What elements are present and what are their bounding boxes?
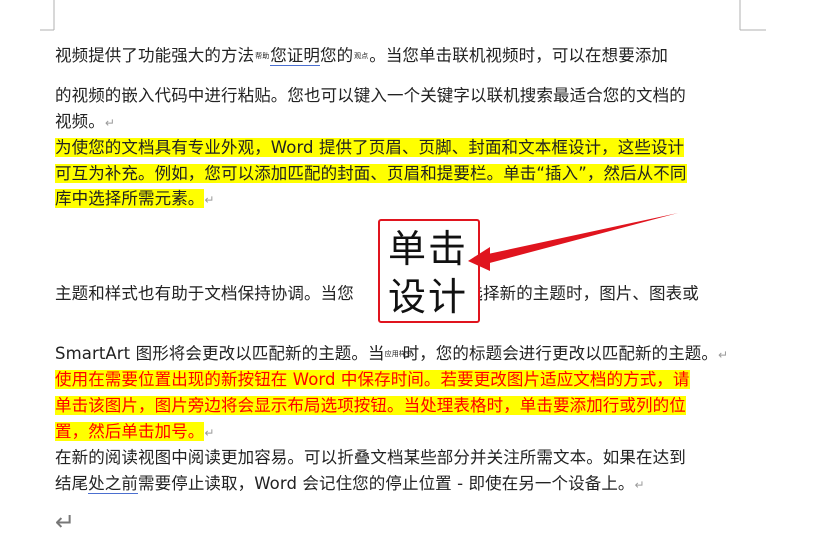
ruby-annotation: 应用样式	[384, 350, 414, 358]
doc-p1-line3: 视频。↵	[55, 112, 115, 131]
underlined-text: 您证明	[270, 46, 321, 66]
doc-p2-line1: 为使您的文档具有专业外观，Word 提供了页眉、页脚、封面和文本框设计，这些设计	[55, 138, 685, 157]
doc-p1-line2: 的视频的嵌入代码中进行粘贴。您也可以键入一个关键字以联机搜索最适合您的文档的	[55, 86, 686, 105]
doc-p5-line2: 结尾处之前需要停止读取，Word 会记住您的停止位置 - 即使在另一个设备上。↵	[55, 474, 645, 494]
paragraph-mark: ↵	[204, 193, 215, 207]
callout-line2: 设计	[388, 275, 469, 319]
final-paragraph-mark: ↵	[55, 508, 76, 536]
paragraph-mark: ↵	[104, 116, 115, 130]
underlined-text: 处之前	[88, 474, 139, 494]
paragraph-mark: ↵	[634, 478, 645, 492]
doc-p4-line2: 单击该图片，图片旁边将会显示布局选项按钮。当处理表格时，单击要添加行或列的位	[55, 396, 686, 415]
annotation-arrow	[468, 213, 678, 271]
callout-line1: 单击	[388, 227, 469, 271]
doc-p5-line1: 在新的阅读视图中阅读更加容易。可以折叠文档某些部分并关注所需文本。如果在达到	[55, 448, 686, 467]
page-corner-top-right	[739, 0, 766, 31]
page-corner-top-left	[40, 0, 55, 31]
ruby-annotation: 观点	[354, 52, 369, 60]
doc-p1-line1: 视频提供了功能强大的方法帮助您证明您的观点。当您单击联机视频时，可以在想要添加	[55, 46, 669, 66]
paragraph-mark: ↵	[204, 426, 215, 440]
paragraph-mark: ↵	[718, 348, 729, 362]
doc-p3-line2: SmartArt 图形将会更改以匹配新的主题。当应用样式时，您的标题会进行更改以…	[55, 344, 729, 363]
ruby-annotation: 帮助	[255, 52, 270, 60]
doc-p4-line1: 使用在需要位置出现的新按钮在 Word 中保存时间。若要更改图片适应文档的方式，…	[55, 370, 690, 389]
doc-p4-line3: 置，然后单击加号。↵	[55, 422, 215, 441]
doc-p2-line2: 可互为补充。例如，您可以添加匹配的封面、页眉和提要栏。单击“插入”，然后从不同	[55, 164, 687, 183]
